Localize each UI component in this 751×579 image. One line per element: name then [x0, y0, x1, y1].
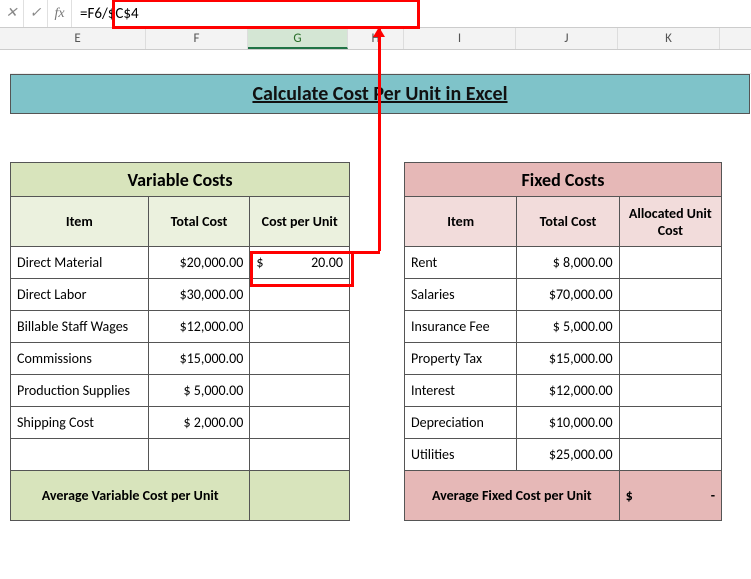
col-header-H[interactable]: H — [348, 28, 404, 49]
variable-costs-table: Variable Costs Item Total Cost Cost per … — [10, 162, 350, 521]
cell-total[interactable]: $ 5,000.00 — [148, 375, 250, 407]
cell-item[interactable]: Depreciation — [405, 407, 517, 439]
cell-alloc[interactable] — [619, 375, 721, 407]
var-avg-label: Average Variable Cost per Unit — [11, 471, 250, 521]
avg-value: - — [711, 487, 715, 504]
cell-cpu[interactable] — [250, 375, 350, 407]
page-title: Calculate Cost Per Unit in Excel — [10, 74, 750, 114]
var-col-cpu: Cost per Unit — [250, 197, 350, 247]
cell-cpu[interactable] — [250, 343, 350, 375]
cell-item[interactable]: Insurance Fee — [405, 311, 517, 343]
fx-icon[interactable]: fx — [48, 0, 72, 27]
cell-alloc[interactable] — [619, 439, 721, 471]
cell-total[interactable]: $70,000.00 — [517, 279, 619, 311]
currency-symbol: $ — [256, 254, 263, 271]
fix-col-item: Item — [405, 197, 517, 247]
cell-total[interactable]: $12,000.00 — [517, 375, 619, 407]
cell-empty[interactable] — [250, 439, 350, 471]
fixed-costs-table: Fixed Costs Item Total Cost Allocated Un… — [404, 162, 722, 521]
table-row: Rent $ 8,000.00 — [405, 247, 722, 279]
cell-item[interactable]: Interest — [405, 375, 517, 407]
cell-empty[interactable] — [11, 439, 149, 471]
cell-item[interactable]: Shipping Cost — [11, 407, 149, 439]
cell-item[interactable]: Rent — [405, 247, 517, 279]
cell-item[interactable]: Direct Labor — [11, 279, 149, 311]
col-header-F[interactable]: F — [146, 28, 248, 49]
fixed-header: Fixed Costs — [405, 163, 722, 197]
cell-item[interactable]: Commissions — [11, 343, 149, 375]
col-header-K[interactable]: K — [618, 28, 720, 49]
table-row: Direct Material $20,000.00 $ 20.00 — [11, 247, 350, 279]
cell-total[interactable]: $25,000.00 — [517, 439, 619, 471]
cell-total[interactable]: $30,000.00 — [148, 279, 250, 311]
cell-item[interactable]: Billable Staff Wages — [11, 311, 149, 343]
cell-total[interactable]: $ 8,000.00 — [517, 247, 619, 279]
fix-avg-value[interactable]: $ - — [619, 471, 721, 521]
table-row: Insurance Fee $ 5,000.00 — [405, 311, 722, 343]
table-row: Depreciation $10,000.00 — [405, 407, 722, 439]
cell-item[interactable]: Property Tax — [405, 343, 517, 375]
cell-total[interactable]: $ 5,000.00 — [517, 311, 619, 343]
table-row: Salaries $70,000.00 — [405, 279, 722, 311]
cell-alloc[interactable] — [619, 311, 721, 343]
fix-col-total: Total Cost — [517, 197, 619, 247]
table-row: Billable Staff Wages $12,000.00 — [11, 311, 350, 343]
table-row: Commissions $15,000.00 — [11, 343, 350, 375]
cell-total[interactable]: $20,000.00 — [148, 247, 250, 279]
currency-symbol: $ — [626, 487, 633, 504]
cell-alloc[interactable] — [619, 407, 721, 439]
cell-total[interactable]: $12,000.00 — [148, 311, 250, 343]
table-row — [11, 439, 350, 471]
fix-avg-label: Average Fixed Cost per Unit — [405, 471, 620, 521]
cell-item[interactable]: Production Supplies — [11, 375, 149, 407]
column-headers: E F G H I J K — [0, 28, 751, 50]
cpu-value: 20.00 — [311, 254, 343, 271]
table-row: Direct Labor $30,000.00 — [11, 279, 350, 311]
formula-bar: ✕ ✓ fx =F6/$C$4 — [0, 0, 751, 28]
var-col-item: Item — [11, 197, 149, 247]
table-row: Property Tax $15,000.00 — [405, 343, 722, 375]
cell-total[interactable]: $ 2,000.00 — [148, 407, 250, 439]
cell-item[interactable]: Salaries — [405, 279, 517, 311]
cell-cpu[interactable] — [250, 311, 350, 343]
col-header-I[interactable]: I — [404, 28, 516, 49]
cell-alloc[interactable] — [619, 247, 721, 279]
cell-cpu[interactable] — [250, 407, 350, 439]
var-col-total: Total Cost — [148, 197, 250, 247]
formula-input[interactable]: =F6/$C$4 — [72, 0, 751, 27]
confirm-icon[interactable]: ✓ — [24, 0, 48, 27]
cancel-icon[interactable]: ✕ — [0, 0, 24, 27]
cell-total[interactable]: $10,000.00 — [517, 407, 619, 439]
row-spacer — [10, 50, 751, 74]
cell-alloc[interactable] — [619, 343, 721, 375]
cell-total[interactable]: $15,000.00 — [517, 343, 619, 375]
table-row: Interest $12,000.00 — [405, 375, 722, 407]
col-header-G[interactable]: G — [248, 28, 348, 49]
col-header-J[interactable]: J — [516, 28, 618, 49]
cell-cpu-active[interactable]: $ 20.00 — [250, 247, 350, 279]
cell-total[interactable]: $15,000.00 — [148, 343, 250, 375]
cell-empty[interactable] — [148, 439, 250, 471]
cell-item[interactable]: Direct Material — [11, 247, 149, 279]
cell-alloc[interactable] — [619, 279, 721, 311]
cell-cpu[interactable] — [250, 279, 350, 311]
table-row: Shipping Cost $ 2,000.00 — [11, 407, 350, 439]
fix-col-alloc: Allocated Unit Cost — [619, 197, 721, 247]
table-row: Production Supplies $ 5,000.00 — [11, 375, 350, 407]
cell-item[interactable]: Utilities — [405, 439, 517, 471]
variable-header: Variable Costs — [11, 163, 350, 197]
table-row: Utilities $25,000.00 — [405, 439, 722, 471]
var-avg-value[interactable] — [250, 471, 350, 521]
col-header-E[interactable]: E — [10, 28, 146, 49]
